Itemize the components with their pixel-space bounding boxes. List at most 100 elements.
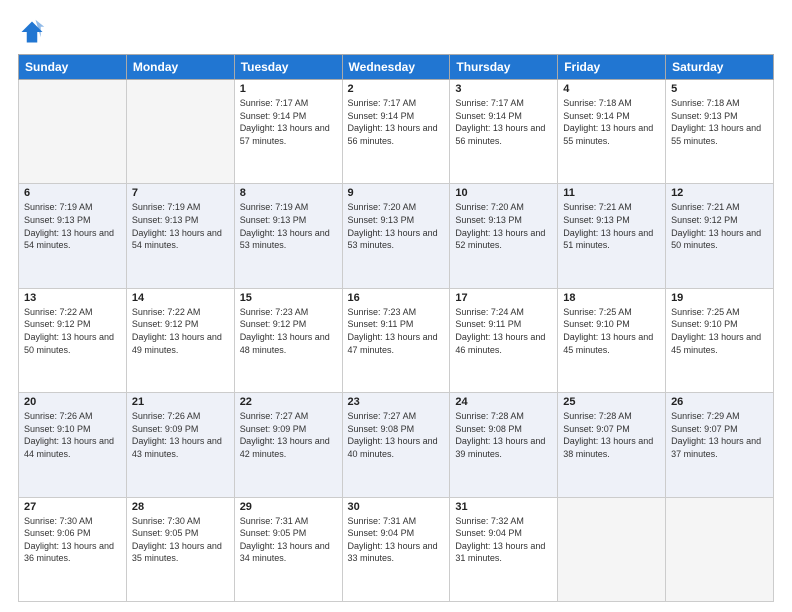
- calendar-cell: 10 Sunrise: 7:20 AM Sunset: 9:13 PM Dayli…: [450, 184, 558, 288]
- day-number: 7: [132, 187, 229, 199]
- day-number: 4: [563, 83, 660, 95]
- calendar-cell: 8 Sunrise: 7:19 AM Sunset: 9:13 PM Daylig…: [234, 184, 342, 288]
- day-number: 18: [563, 292, 660, 304]
- calendar-header-row: SundayMondayTuesdayWednesdayThursdayFrid…: [19, 55, 774, 80]
- day-number: 9: [348, 187, 445, 199]
- day-info: Sunrise: 7:25 AM Sunset: 9:10 PM Dayligh…: [671, 306, 768, 356]
- day-number: 23: [348, 396, 445, 408]
- day-info: Sunrise: 7:31 AM Sunset: 9:05 PM Dayligh…: [240, 515, 337, 565]
- day-info: Sunrise: 7:20 AM Sunset: 9:13 PM Dayligh…: [455, 201, 552, 251]
- day-info: Sunrise: 7:21 AM Sunset: 9:13 PM Dayligh…: [563, 201, 660, 251]
- day-of-week-header: Friday: [558, 55, 666, 80]
- calendar-cell: 14Sunrise: 7:22 AM Sunset: 9:12 PM Dayli…: [126, 288, 234, 392]
- day-info: Sunrise: 7:19 AM Sunset: 9:13 PM Dayligh…: [132, 201, 229, 251]
- day-info: Sunrise: 7:32 AM Sunset: 9:04 PM Dayligh…: [455, 515, 552, 565]
- day-number: 20: [24, 396, 121, 408]
- day-number: 19: [671, 292, 768, 304]
- day-info: Sunrise: 7:22 AM Sunset: 9:12 PM Dayligh…: [132, 306, 229, 356]
- calendar-cell: 15 Sunrise: 7:23 AM Sunset: 9:12 PM Dayli…: [234, 288, 342, 392]
- day-info: Sunrise: 7:26 AM Sunset: 9:10 PM Dayligh…: [24, 410, 121, 460]
- day-of-week-header: Thursday: [450, 55, 558, 80]
- logo: [18, 18, 50, 46]
- day-info: Sunrise: 7:30 AM Sunset: 9:06 PM Dayligh…: [24, 515, 121, 565]
- day-number: 26: [671, 396, 768, 408]
- calendar-cell: [666, 497, 774, 601]
- day-info: Sunrise: 7:17 AM Sunset: 9:14 PM Dayligh…: [348, 97, 445, 147]
- day-number: 22: [240, 396, 337, 408]
- day-info: Sunrise: 7:27 AM Sunset: 9:09 PM Dayligh…: [240, 410, 337, 460]
- day-number: 28: [132, 501, 229, 513]
- calendar-cell: 7 Sunrise: 7:19 AM Sunset: 9:13 PM Daylig…: [126, 184, 234, 288]
- day-number: 17: [455, 292, 552, 304]
- day-info: Sunrise: 7:21 AM Sunset: 9:12 PM Dayligh…: [671, 201, 768, 251]
- calendar-cell: 12Sunrise: 7:21 AM Sunset: 9:12 PM Dayli…: [666, 184, 774, 288]
- day-number: 15: [240, 292, 337, 304]
- day-number: 16: [348, 292, 445, 304]
- calendar-cell: 28 Sunrise: 7:30 AM Sunset: 9:05 PM Dayli…: [126, 497, 234, 601]
- day-number: 13: [24, 292, 121, 304]
- calendar-cell: 13 Sunrise: 7:22 AM Sunset: 9:12 PM Dayli…: [19, 288, 127, 392]
- day-of-week-header: Monday: [126, 55, 234, 80]
- day-info: Sunrise: 7:19 AM Sunset: 9:13 PM Dayligh…: [240, 201, 337, 251]
- calendar-week-row: 13 Sunrise: 7:22 AM Sunset: 9:12 PM Dayli…: [19, 288, 774, 392]
- day-number: 1: [240, 83, 337, 95]
- day-of-week-header: Saturday: [666, 55, 774, 80]
- calendar-cell: 24 Sunrise: 7:28 AM Sunset: 9:08 PM Dayli…: [450, 393, 558, 497]
- calendar-cell: 9Sunrise: 7:20 AM Sunset: 9:13 PM Daylig…: [342, 184, 450, 288]
- day-info: Sunrise: 7:17 AM Sunset: 9:14 PM Dayligh…: [455, 97, 552, 147]
- calendar-cell: 23Sunrise: 7:27 AM Sunset: 9:08 PM Dayli…: [342, 393, 450, 497]
- calendar-cell: 19 Sunrise: 7:25 AM Sunset: 9:10 PM Dayli…: [666, 288, 774, 392]
- calendar-week-row: 6 Sunrise: 7:19 AM Sunset: 9:13 PM Daylig…: [19, 184, 774, 288]
- calendar-cell: 31Sunrise: 7:32 AM Sunset: 9:04 PM Dayli…: [450, 497, 558, 601]
- calendar-cell: 11 Sunrise: 7:21 AM Sunset: 9:13 PM Dayli…: [558, 184, 666, 288]
- day-number: 10: [455, 187, 552, 199]
- day-number: 30: [348, 501, 445, 513]
- day-number: 2: [348, 83, 445, 95]
- calendar-cell: 20 Sunrise: 7:26 AM Sunset: 9:10 PM Dayli…: [19, 393, 127, 497]
- calendar-cell: [126, 80, 234, 184]
- day-number: 27: [24, 501, 121, 513]
- day-info: Sunrise: 7:22 AM Sunset: 9:12 PM Dayligh…: [24, 306, 121, 356]
- day-number: 6: [24, 187, 121, 199]
- calendar-cell: 30 Sunrise: 7:31 AM Sunset: 9:04 PM Dayli…: [342, 497, 450, 601]
- calendar-cell: 16 Sunrise: 7:23 AM Sunset: 9:11 PM Dayli…: [342, 288, 450, 392]
- day-info: Sunrise: 7:23 AM Sunset: 9:11 PM Dayligh…: [348, 306, 445, 356]
- day-info: Sunrise: 7:19 AM Sunset: 9:13 PM Dayligh…: [24, 201, 121, 251]
- calendar-cell: 22 Sunrise: 7:27 AM Sunset: 9:09 PM Dayli…: [234, 393, 342, 497]
- day-number: 21: [132, 396, 229, 408]
- calendar-cell: 2 Sunrise: 7:17 AM Sunset: 9:14 PM Daylig…: [342, 80, 450, 184]
- day-info: Sunrise: 7:17 AM Sunset: 9:14 PM Dayligh…: [240, 97, 337, 147]
- calendar-week-row: 1 Sunrise: 7:17 AM Sunset: 9:14 PM Daylig…: [19, 80, 774, 184]
- day-number: 25: [563, 396, 660, 408]
- day-info: Sunrise: 7:31 AM Sunset: 9:04 PM Dayligh…: [348, 515, 445, 565]
- day-of-week-header: Sunday: [19, 55, 127, 80]
- day-info: Sunrise: 7:23 AM Sunset: 9:12 PM Dayligh…: [240, 306, 337, 356]
- calendar-cell: 25 Sunrise: 7:28 AM Sunset: 9:07 PM Dayli…: [558, 393, 666, 497]
- calendar-cell: [558, 497, 666, 601]
- day-number: 29: [240, 501, 337, 513]
- calendar-cell: 18Sunrise: 7:25 AM Sunset: 9:10 PM Dayli…: [558, 288, 666, 392]
- calendar-week-row: 27 Sunrise: 7:30 AM Sunset: 9:06 PM Dayli…: [19, 497, 774, 601]
- day-of-week-header: Tuesday: [234, 55, 342, 80]
- calendar-cell: 21 Sunrise: 7:26 AM Sunset: 9:09 PM Dayli…: [126, 393, 234, 497]
- calendar-cell: 1 Sunrise: 7:17 AM Sunset: 9:14 PM Daylig…: [234, 80, 342, 184]
- day-number: 5: [671, 83, 768, 95]
- day-info: Sunrise: 7:24 AM Sunset: 9:11 PM Dayligh…: [455, 306, 552, 356]
- calendar-cell: 17 Sunrise: 7:24 AM Sunset: 9:11 PM Dayli…: [450, 288, 558, 392]
- day-info: Sunrise: 7:18 AM Sunset: 9:14 PM Dayligh…: [563, 97, 660, 147]
- day-number: 11: [563, 187, 660, 199]
- day-info: Sunrise: 7:30 AM Sunset: 9:05 PM Dayligh…: [132, 515, 229, 565]
- day-number: 8: [240, 187, 337, 199]
- day-info: Sunrise: 7:28 AM Sunset: 9:08 PM Dayligh…: [455, 410, 552, 460]
- calendar-cell: 4 Sunrise: 7:18 AM Sunset: 9:14 PM Daylig…: [558, 80, 666, 184]
- calendar-week-row: 20 Sunrise: 7:26 AM Sunset: 9:10 PM Dayli…: [19, 393, 774, 497]
- day-number: 24: [455, 396, 552, 408]
- day-info: Sunrise: 7:26 AM Sunset: 9:09 PM Dayligh…: [132, 410, 229, 460]
- day-info: Sunrise: 7:28 AM Sunset: 9:07 PM Dayligh…: [563, 410, 660, 460]
- calendar-cell: 27 Sunrise: 7:30 AM Sunset: 9:06 PM Dayli…: [19, 497, 127, 601]
- logo-icon: [18, 18, 46, 46]
- calendar-table: SundayMondayTuesdayWednesdayThursdayFrid…: [18, 54, 774, 602]
- calendar-cell: 5Sunrise: 7:18 AM Sunset: 9:13 PM Daylig…: [666, 80, 774, 184]
- day-number: 3: [455, 83, 552, 95]
- calendar-cell: 3 Sunrise: 7:17 AM Sunset: 9:14 PM Daylig…: [450, 80, 558, 184]
